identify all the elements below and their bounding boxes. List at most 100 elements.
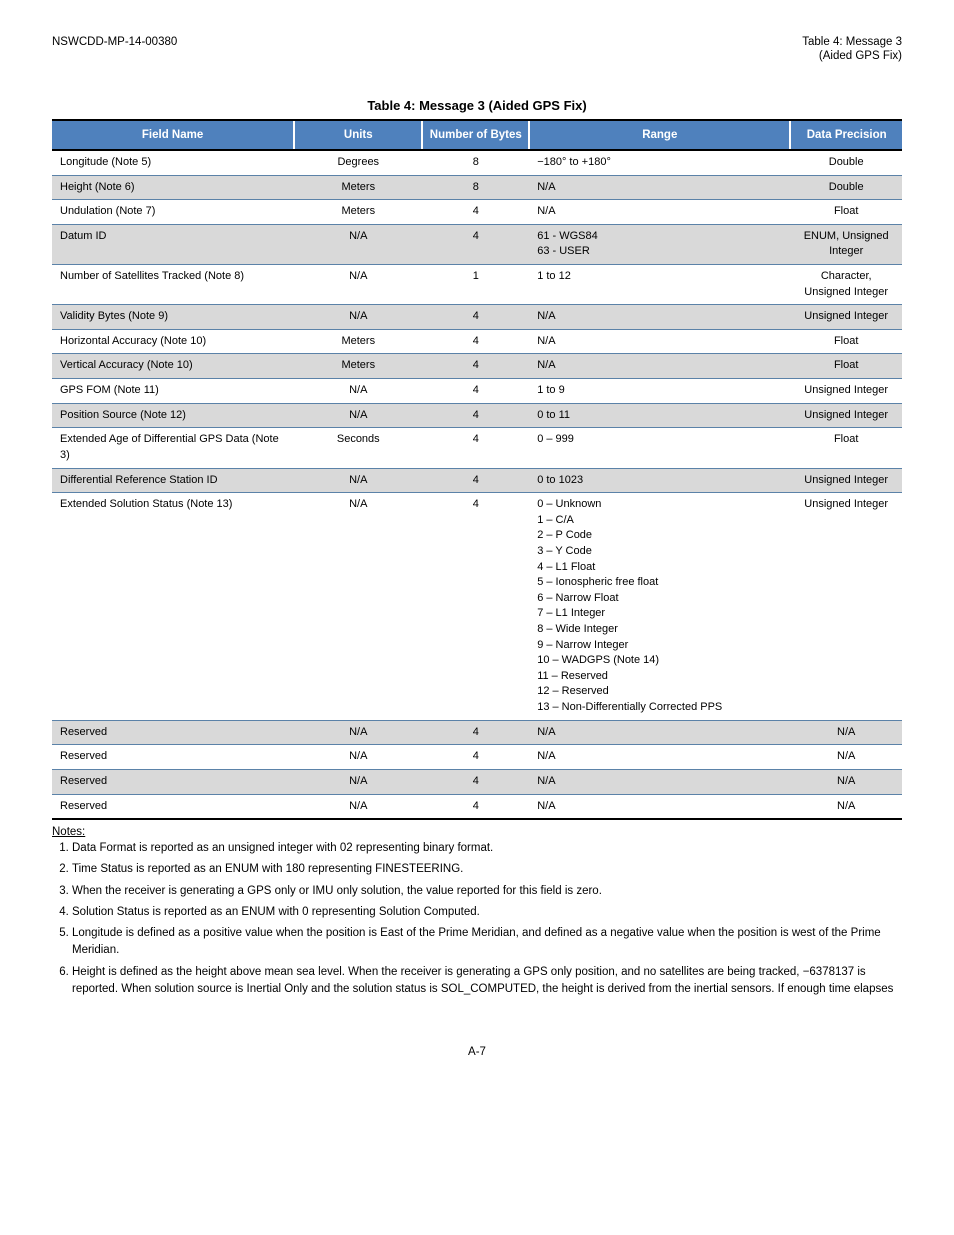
table-cell: N/A	[294, 379, 422, 404]
table-cell: Float	[790, 200, 902, 225]
table-cell: Vertical Accuracy (Note 10)	[52, 354, 294, 379]
note-item: Data Format is reported as an unsigned i…	[72, 840, 902, 857]
table-cell: 4	[422, 379, 529, 404]
table-cell: Meters	[294, 200, 422, 225]
table-row: Validity Bytes (Note 9)N/A4N/AUnsigned I…	[52, 305, 902, 330]
table-cell: 1 to 9	[529, 379, 790, 404]
col-header: Field Name	[52, 120, 294, 150]
table-cell: N/A	[294, 468, 422, 493]
table-cell: N/A	[294, 745, 422, 770]
col-header: Range	[529, 120, 790, 150]
table-cell: Double	[790, 175, 902, 200]
data-table: Field Name Units Number of Bytes Range D…	[52, 119, 902, 820]
table-cell: 8	[422, 150, 529, 175]
table-cell: Float	[790, 329, 902, 354]
col-header: Units	[294, 120, 422, 150]
header-right: Table 4: Message 3	[802, 36, 902, 48]
table-cell: N/A	[790, 745, 902, 770]
table-cell: Number of Satellites Tracked (Note 8)	[52, 265, 294, 305]
notes-list: Data Format is reported as an unsigned i…	[72, 840, 902, 998]
table-cell: Height (Note 6)	[52, 175, 294, 200]
table-cell: Reserved	[52, 769, 294, 794]
table-row: ReservedN/A4N/AN/A	[52, 794, 902, 819]
table-cell: 4	[422, 720, 529, 745]
table-cell: 0 to 1023	[529, 468, 790, 493]
table-cell: N/A	[529, 354, 790, 379]
table-cell: N/A	[529, 745, 790, 770]
table-title: Table 4: Message 3 (Aided GPS Fix)	[52, 98, 902, 113]
table-cell: Unsigned Integer	[790, 468, 902, 493]
table-cell: N/A	[529, 200, 790, 225]
table-cell: 8	[422, 175, 529, 200]
table-cell: N/A	[529, 794, 790, 819]
table-cell: Extended Solution Status (Note 13)	[52, 493, 294, 721]
table-header-row: Field Name Units Number of Bytes Range D…	[52, 120, 902, 150]
table-row: Differential Reference Station IDN/A40 t…	[52, 468, 902, 493]
page-header: NSWCDD-MP-14-00380 Table 4: Message 3	[52, 36, 902, 48]
table-cell: 0 – Unknown1 – C/A2 – P Code3 – Y Code4 …	[529, 493, 790, 721]
table-row: ReservedN/A4N/AN/A	[52, 769, 902, 794]
table-cell: 61 - WGS8463 - USER	[529, 224, 790, 264]
table-cell: N/A	[529, 769, 790, 794]
table-cell: Reserved	[52, 720, 294, 745]
table-cell: Horizontal Accuracy (Note 10)	[52, 329, 294, 354]
table-cell: 4	[422, 769, 529, 794]
table-cell: N/A	[790, 769, 902, 794]
table-cell: 4	[422, 329, 529, 354]
table-cell: Degrees	[294, 150, 422, 175]
table-cell: 4	[422, 200, 529, 225]
table-cell: −180° to +180°	[529, 150, 790, 175]
table-cell: ENUM, Unsigned Integer	[790, 224, 902, 264]
note-item: Solution Status is reported as an ENUM w…	[72, 904, 902, 921]
header-left: NSWCDD-MP-14-00380	[52, 36, 177, 48]
page-header-sub: (Aided GPS Fix)	[52, 50, 902, 62]
table-cell: 4	[422, 305, 529, 330]
table-cell: 4	[422, 354, 529, 379]
table-cell: GPS FOM (Note 11)	[52, 379, 294, 404]
table-cell: Character, Unsigned Integer	[790, 265, 902, 305]
table-cell: Extended Age of Differential GPS Data (N…	[52, 428, 294, 468]
table-row: Height (Note 6)Meters8N/ADouble	[52, 175, 902, 200]
table-row: Number of Satellites Tracked (Note 8)N/A…	[52, 265, 902, 305]
table-cell: 1	[422, 265, 529, 305]
table-cell: Unsigned Integer	[790, 493, 902, 721]
note-item: Height is defined as the height above me…	[72, 964, 902, 999]
table-row: Vertical Accuracy (Note 10)Meters4N/AFlo…	[52, 354, 902, 379]
note-item: Longitude is defined as a positive value…	[72, 925, 902, 960]
table-cell: N/A	[294, 794, 422, 819]
table-cell: N/A	[294, 265, 422, 305]
table-cell: Position Source (Note 12)	[52, 403, 294, 428]
table-row: Position Source (Note 12)N/A40 to 11Unsi…	[52, 403, 902, 428]
table-cell: Meters	[294, 329, 422, 354]
table-cell: Validity Bytes (Note 9)	[52, 305, 294, 330]
table-cell: Meters	[294, 175, 422, 200]
table-cell: 4	[422, 403, 529, 428]
table-cell: 1 to 12	[529, 265, 790, 305]
table-cell: N/A	[294, 224, 422, 264]
table-row: GPS FOM (Note 11)N/A41 to 9Unsigned Inte…	[52, 379, 902, 404]
notes-label: Notes:	[52, 826, 902, 838]
table-row: ReservedN/A4N/AN/A	[52, 745, 902, 770]
table-cell: Double	[790, 150, 902, 175]
note-item: Time Status is reported as an ENUM with …	[72, 861, 902, 878]
table-cell: N/A	[790, 794, 902, 819]
table-cell: 4	[422, 745, 529, 770]
table-cell: 4	[422, 428, 529, 468]
table-cell: Meters	[294, 354, 422, 379]
note-item: When the receiver is generating a GPS on…	[72, 883, 902, 900]
table-cell: N/A	[294, 305, 422, 330]
table-cell: 4	[422, 493, 529, 721]
table-cell: Differential Reference Station ID	[52, 468, 294, 493]
table-cell: N/A	[529, 720, 790, 745]
table-cell: Reserved	[52, 794, 294, 819]
page-number: A-7	[52, 1046, 902, 1058]
table-cell: Datum ID	[52, 224, 294, 264]
col-header: Data Precision	[790, 120, 902, 150]
table-cell: 0 to 11	[529, 403, 790, 428]
table-cell: N/A	[294, 403, 422, 428]
table-cell: N/A	[294, 720, 422, 745]
table-cell: N/A	[790, 720, 902, 745]
table-row: Datum IDN/A461 - WGS8463 - USERENUM, Uns…	[52, 224, 902, 264]
table-cell: 0 – 999	[529, 428, 790, 468]
table-cell: Unsigned Integer	[790, 305, 902, 330]
